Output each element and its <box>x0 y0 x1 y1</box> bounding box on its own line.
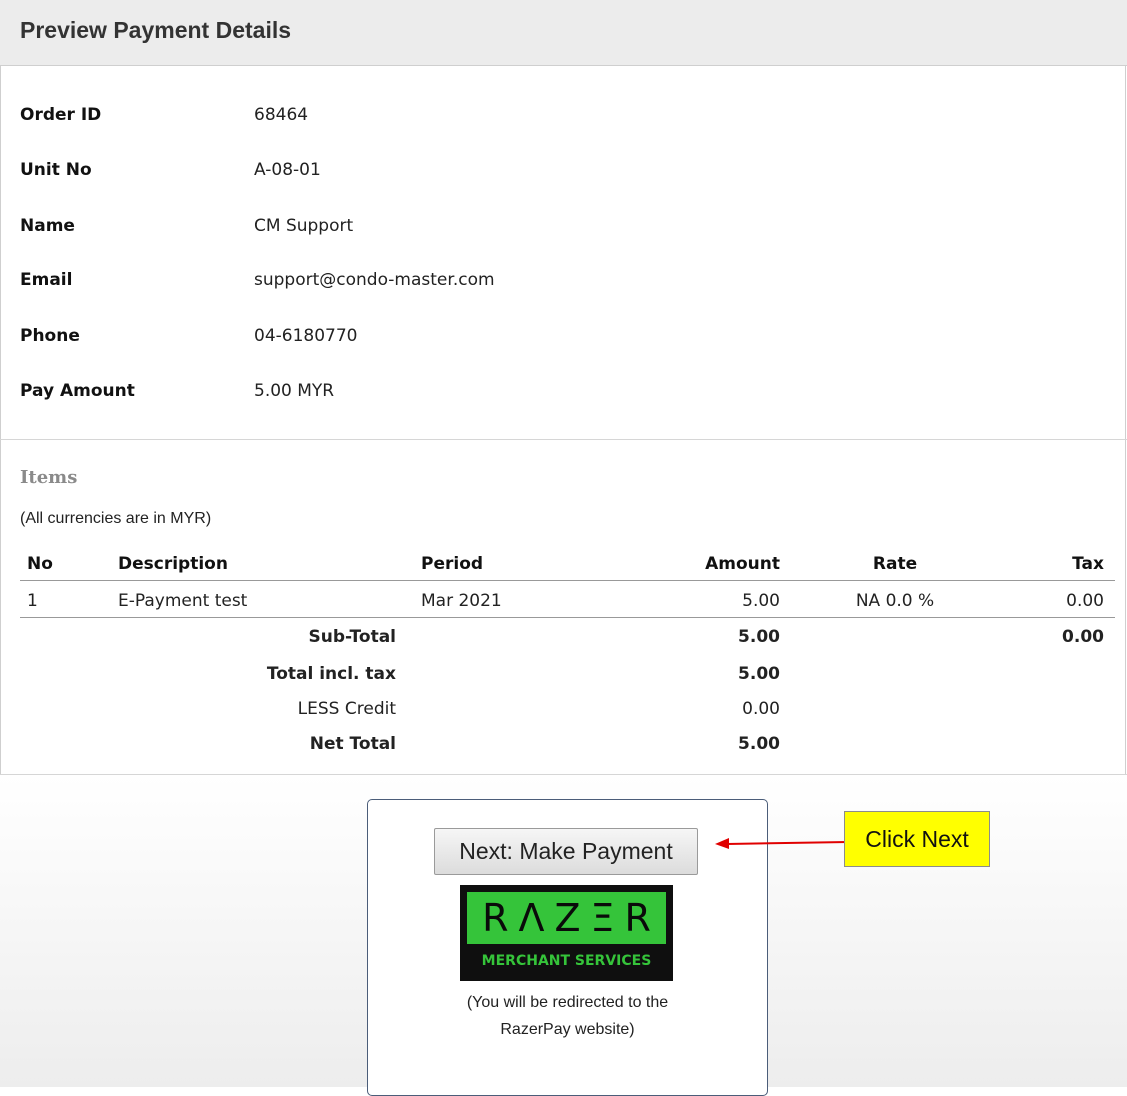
razer-logo-word: RΛZΞR <box>482 896 661 940</box>
subtotal-tax: 0.00 <box>1062 627 1104 647</box>
razer-logo-subtitle: MERCHANT SERVICES <box>481 953 652 969</box>
column-header-rate: Rate <box>872 554 918 574</box>
column-header-tax: Tax <box>1072 554 1104 574</box>
click-next-callout: Click Next <box>844 811 990 867</box>
items-heading: Items <box>20 467 78 488</box>
total-incl-tax-label: Total incl. tax <box>266 664 396 684</box>
item-tax: 0.00 <box>1066 591 1104 611</box>
order-id-value: 68464 <box>254 105 309 125</box>
column-header-no: No <box>27 554 53 574</box>
less-credit-amount: 0.00 <box>742 699 780 719</box>
subtotal-amount: 5.00 <box>738 627 780 647</box>
net-total-label: Net Total <box>309 734 396 754</box>
razer-merchant-logo[interactable]: RΛZΞR MERCHANT SERVICES <box>460 885 673 981</box>
table-body-rule <box>20 617 1115 618</box>
pay-amount-value: 5.00 MYR <box>254 381 335 401</box>
razer-logo-banner: RΛZΞR <box>467 892 666 944</box>
name-value: CM Support <box>254 216 354 236</box>
email-label: Email <box>20 270 73 290</box>
name-label: Name <box>20 216 75 236</box>
column-header-period: Period <box>421 554 484 574</box>
item-amount: 5.00 <box>742 591 780 611</box>
page-header: Preview Payment Details <box>0 0 1127 66</box>
net-total-amount: 5.00 <box>738 734 780 754</box>
item-no: 1 <box>27 591 38 611</box>
subtotal-label: Sub-Total <box>308 627 396 647</box>
pay-amount-label: Pay Amount <box>20 381 135 401</box>
item-rate: NA 0.0 % <box>855 591 935 611</box>
unit-no-label: Unit No <box>20 160 92 180</box>
unit-no-value: A-08-01 <box>254 160 321 180</box>
redirect-note-line2: RazerPay website) <box>500 1021 635 1038</box>
page-title: Preview Payment Details <box>20 17 292 43</box>
item-period: Mar 2021 <box>421 591 502 611</box>
order-id-label: Order ID <box>20 105 102 125</box>
column-header-amount: Amount <box>705 554 780 574</box>
phone-value: 04-6180770 <box>254 326 358 346</box>
table-header-rule <box>20 580 1115 581</box>
annotation-arrow-icon <box>715 838 849 849</box>
total-incl-tax-amount: 5.00 <box>738 664 780 684</box>
phone-label: Phone <box>20 326 80 346</box>
currency-note: (All currencies are in MYR) <box>20 510 212 527</box>
section-divider <box>0 439 1127 440</box>
next-make-payment-button[interactable]: Next: Make Payment <box>434 828 698 875</box>
redirect-note-line1: (You will be redirected to the <box>466 994 669 1011</box>
item-description: E-Payment test <box>118 591 248 611</box>
email-value: support@condo-master.com <box>254 270 495 290</box>
column-header-description: Description <box>118 554 228 574</box>
redirect-note: (You will be redirected to the RazerPay … <box>367 989 768 1043</box>
less-credit-label: LESS Credit <box>297 699 396 719</box>
